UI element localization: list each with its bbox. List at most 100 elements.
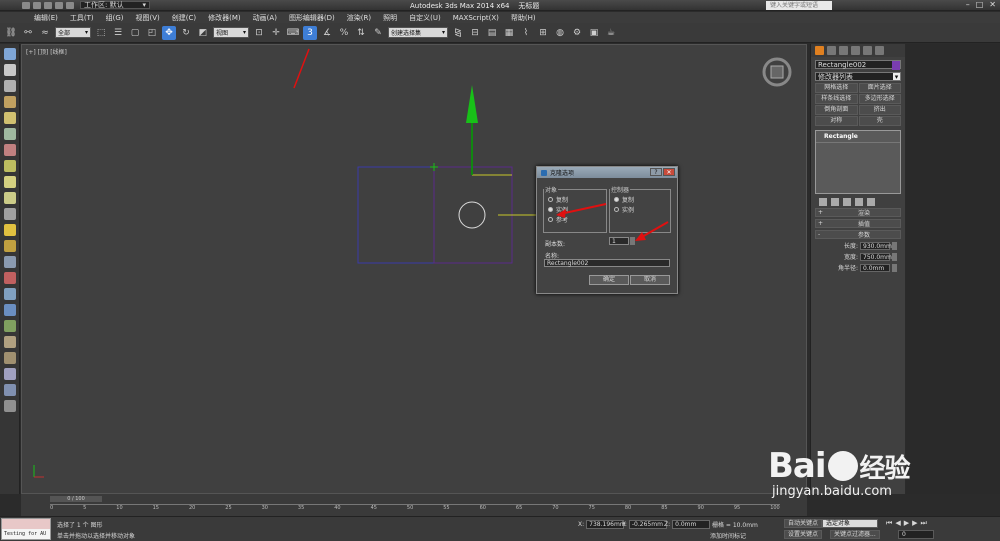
unlink-icon[interactable]: ⚯ [21, 26, 35, 40]
graphite-icon-16[interactable] [3, 288, 16, 300]
select-scale-icon[interactable]: ◩ [196, 26, 210, 40]
pin-stack-icon[interactable] [819, 198, 827, 206]
workspace-dropdown[interactable]: 工作区: 默认 ▾ [80, 1, 150, 9]
copies-input[interactable]: 1 [609, 237, 629, 245]
utilities-tab-icon[interactable] [875, 46, 884, 55]
menu-item-0[interactable]: 编辑(E) [28, 13, 64, 23]
modifier-button-5[interactable]: 挤出 [858, 105, 901, 115]
render-setup-icon[interactable]: ⚙ [570, 26, 584, 40]
graphite-icon-6[interactable] [3, 128, 16, 140]
param-spinner[interactable] [892, 263, 897, 272]
viewcube-icon[interactable] [770, 65, 784, 79]
menu-item-1[interactable]: 工具(T) [64, 13, 100, 23]
selection-filter-dropdown[interactable]: 全部 ▾ [55, 27, 91, 38]
x-coord-input[interactable]: 738.196mm [586, 520, 626, 529]
bind-space-warp-icon[interactable]: ≈ [38, 26, 52, 40]
percent-snap-icon[interactable]: % [337, 26, 351, 40]
rect-selection-icon[interactable]: ▢ [128, 26, 142, 40]
motion-tab-icon[interactable] [851, 46, 860, 55]
graphite-icon-18[interactable] [3, 320, 16, 332]
prev-frame-icon[interactable]: ◀ [895, 519, 900, 528]
show-end-result-icon[interactable] [831, 198, 839, 206]
y-coord-input[interactable]: -0.265mm [628, 520, 667, 529]
track-bar[interactable]: 0 5 10 15 20 25 30 35 40 45 50 55 60 65 70 75 80 85 90 95 10… [50, 504, 780, 515]
selected-dropdown[interactable]: 选定对象 [822, 519, 878, 528]
window-crossing-icon[interactable]: ◰ [145, 26, 159, 40]
graphite-icon-15[interactable] [3, 272, 16, 284]
radio-dot[interactable] [614, 197, 619, 202]
gizmo-y-arrow[interactable] [466, 85, 478, 123]
graphite-icon-4[interactable] [3, 96, 16, 108]
rollout-0[interactable]: + 渲染 [815, 208, 901, 217]
rectangle-001[interactable] [357, 166, 435, 264]
radio-dot[interactable] [548, 217, 553, 222]
param-spinner[interactable] [892, 252, 897, 261]
angle-snap-icon[interactable]: ∡ [320, 26, 334, 40]
modifier-list-dropdown[interactable]: 修改器列表 ▾ [815, 72, 901, 81]
dialog-help-icon[interactable]: ? [650, 168, 662, 176]
menu-item-3[interactable]: 视图(V) [130, 13, 166, 23]
play-icon[interactable]: ▶ [904, 519, 909, 528]
key-filters-button[interactable]: 关键点过滤器... [830, 530, 880, 539]
link-icon[interactable]: ⛓ [4, 26, 18, 40]
auto-key-button[interactable]: 自动关键点 [784, 519, 823, 528]
graphite-icon-7[interactable] [3, 144, 16, 156]
param-spinner[interactable] [892, 241, 897, 250]
graphite-icon-2[interactable] [3, 64, 16, 76]
stack-item[interactable]: Rectangle [816, 131, 900, 143]
create-tab-icon[interactable] [815, 46, 824, 55]
pivot-center-icon[interactable]: ⊡ [252, 26, 266, 40]
menu-item-4[interactable]: 创建(C) [166, 13, 202, 23]
menu-item-12[interactable]: 帮助(H) [505, 13, 542, 23]
graphite-icon-1[interactable] [3, 48, 16, 60]
param-input[interactable]: 930.0mm [860, 241, 892, 250]
radio-dot[interactable] [614, 207, 619, 212]
radio-dot[interactable] [548, 197, 553, 202]
menu-item-7[interactable]: 图形编辑器(D) [283, 13, 341, 23]
graphite-icon-21[interactable] [3, 368, 16, 380]
undo-icon[interactable] [55, 1, 63, 9]
add-time-tag[interactable]: 添加时间标记 [710, 531, 746, 540]
cancel-button[interactable]: 取消 [630, 275, 670, 285]
graphite-icon-9[interactable] [3, 176, 16, 188]
controller-radio-1[interactable]: 实例 [614, 205, 670, 214]
modifier-button-4[interactable]: 倒角剖面 [815, 105, 858, 115]
align-icon[interactable]: ⊟ [468, 26, 482, 40]
select-move-icon[interactable]: ✥ [162, 25, 176, 40]
modifier-button-0[interactable]: 网格选择 [815, 83, 858, 93]
go-to-end-icon[interactable]: ⏭ [920, 519, 926, 528]
rollout-1[interactable]: + 插值 [815, 219, 901, 228]
minimize-icon[interactable]: – [966, 0, 970, 9]
param-input[interactable]: 750.0mm [860, 252, 892, 261]
menu-item-11[interactable]: MAXScript(X) [447, 14, 505, 22]
keyboard-shortcut-icon[interactable]: ⌨ [286, 26, 300, 40]
graphite-icon-22[interactable] [3, 384, 16, 396]
search-input[interactable]: 键入关键字或短语 [766, 1, 832, 10]
controller-radio-0[interactable]: 复制 [614, 195, 670, 204]
make-unique-icon[interactable] [843, 198, 851, 206]
modify-tab-icon[interactable] [827, 46, 836, 55]
mirror-icon[interactable]: ⧎ [451, 26, 465, 40]
modifier-button-3[interactable]: 多边形选择 [858, 94, 901, 104]
graphite-icon-13[interactable] [3, 240, 16, 252]
graphite-icon-20[interactable] [3, 352, 16, 364]
open-file-icon[interactable] [33, 1, 41, 9]
menu-item-2[interactable]: 组(G) [100, 13, 130, 23]
set-key-button[interactable]: 设置关键点 [784, 530, 823, 539]
copies-spinner[interactable] [630, 237, 635, 245]
z-coord-input[interactable]: 0.0mm [672, 520, 711, 529]
display-tab-icon[interactable] [863, 46, 872, 55]
menu-item-6[interactable]: 动画(A) [247, 13, 283, 23]
menu-item-8[interactable]: 渲染(R) [341, 13, 377, 23]
snaps-toggle-icon[interactable]: 3 [303, 25, 317, 40]
save-file-icon[interactable] [44, 1, 52, 9]
modifier-button-6[interactable]: 对称 [815, 116, 858, 126]
spinner-snap-icon[interactable]: ⇅ [354, 26, 368, 40]
viewport-top[interactable]: [+] [顶] [线框] [21, 44, 807, 494]
select-object-icon[interactable]: ⬚ [94, 26, 108, 40]
select-rotate-icon[interactable]: ↻ [179, 26, 193, 40]
radio-dot[interactable] [548, 207, 553, 212]
graphite-icon-11[interactable] [3, 208, 16, 220]
remove-modifier-icon[interactable] [855, 198, 863, 206]
help-icon[interactable] [3, 400, 16, 412]
